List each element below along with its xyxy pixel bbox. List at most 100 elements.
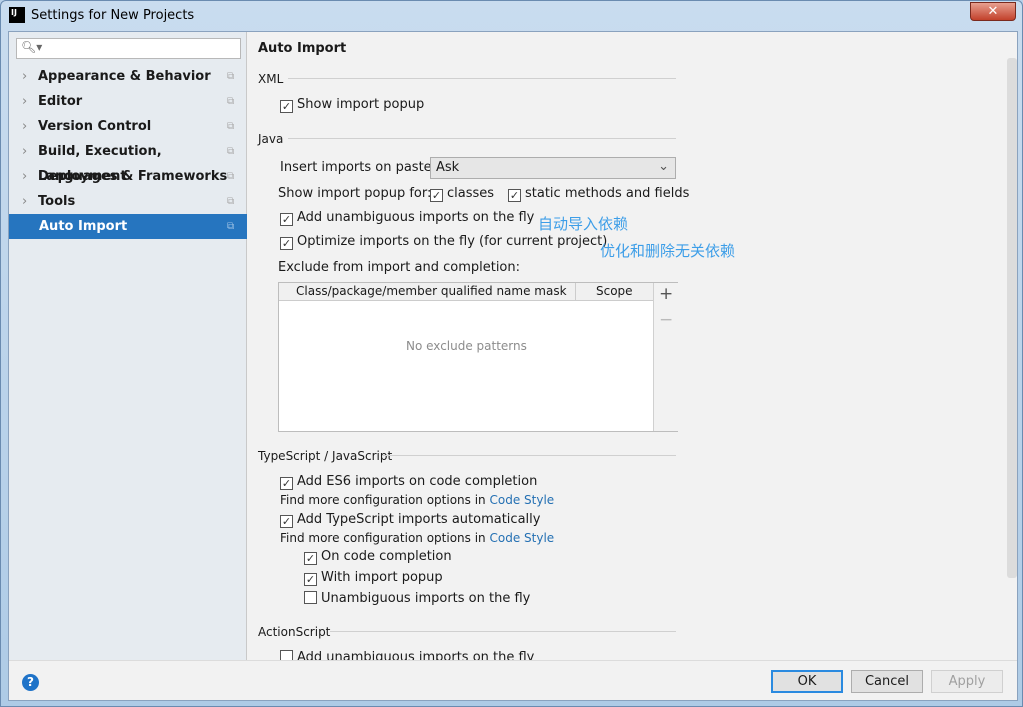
sidebar-item-label: Languages & Frameworks <box>38 169 228 184</box>
chevron-right-icon: › <box>22 94 28 109</box>
chevron-right-icon: › <box>22 119 28 134</box>
unambiguous-fly-checkbox[interactable]: Unambiguous imports on the fly <box>304 591 530 606</box>
close-button[interactable]: ✕ <box>970 2 1016 21</box>
add-unambiguous-checkbox[interactable]: ✓ Add unambiguous imports on the fly <box>280 210 534 226</box>
column-mask[interactable]: Class/package/member qualified name mask <box>296 284 567 298</box>
es6-imports-checkbox[interactable]: ✓ Add ES6 imports on code completion <box>280 474 537 490</box>
static-methods-checkbox[interactable]: ✓ static methods and fields <box>508 186 689 202</box>
insert-imports-select[interactable]: Ask ⌄ <box>430 157 676 179</box>
apply-button[interactable]: Apply <box>931 670 1003 693</box>
auto-import-panel: Auto Import XML ✓ Show import popup Java … <box>248 32 1019 660</box>
checkbox-checked-icon: ✓ <box>304 552 317 565</box>
sidebar-item-label: Version Control <box>38 119 152 134</box>
checkbox-label: Add unambiguous imports on the fly <box>297 210 535 225</box>
chevron-right-icon: › <box>22 69 28 84</box>
search-input[interactable]: 🔍︎▾ <box>16 38 241 59</box>
copy-icon: ⧉ <box>227 71 235 82</box>
settings-window: IJ Settings for New Projects ✕ 🔍︎▾ › Appe… <box>0 0 1023 707</box>
checkbox-label: Add unambiguous imports on the fly <box>297 650 535 660</box>
sidebar-item-languages[interactable]: › Languages & Frameworks ⧉ <box>9 164 247 189</box>
sidebar-item-label: Editor <box>38 94 83 109</box>
sidebar-item-build[interactable]: › Build, Execution, Deployment ⧉ <box>9 139 247 184</box>
table-header: Class/package/member qualified name mask… <box>279 283 653 301</box>
search-icon: 🔍︎▾ <box>21 40 43 54</box>
annotation-optimize: 优化和删除无关依赖 <box>600 242 736 260</box>
copy-icon: ⧉ <box>227 146 235 157</box>
checkbox-label: Optimize imports on the fly (for current… <box>297 234 608 249</box>
title-bar: IJ Settings for New Projects ✕ <box>1 1 1022 31</box>
page-title: Auto Import <box>258 41 347 56</box>
chevron-down-icon: ⌄ <box>658 159 669 174</box>
code-style-link-2[interactable]: Code Style <box>490 531 555 545</box>
with-import-popup-checkbox[interactable]: ✓ With import popup <box>304 570 443 586</box>
section-actionscript: ActionScript <box>258 625 331 639</box>
section-java: Java <box>258 132 284 146</box>
exclude-label: Exclude from import and completion: <box>278 260 520 275</box>
checkbox-label: Unambiguous imports on the fly <box>321 591 531 606</box>
checkbox-label: static methods and fields <box>525 186 690 201</box>
button-bar: ? OK Cancel Apply <box>9 660 1017 700</box>
checkbox-checked-icon: ✓ <box>304 573 317 586</box>
sidebar-item-auto-import[interactable]: Auto Import ⧉ <box>9 214 247 239</box>
copy-icon: ⧉ <box>227 221 235 232</box>
copy-icon: ⧉ <box>227 171 235 182</box>
annotation-auto-import: 自动导入依赖 <box>538 215 629 233</box>
empty-text: No exclude patterns <box>406 339 527 353</box>
exclude-table[interactable]: Class/package/member qualified name mask… <box>278 282 678 432</box>
checkbox-checked-icon: ✓ <box>280 237 293 250</box>
checkbox-unchecked-icon <box>280 650 293 660</box>
config-hint-2: Find more configuration options in Code … <box>280 531 554 545</box>
chevron-right-icon: › <box>22 194 28 209</box>
on-code-completion-checkbox[interactable]: ✓ On code completion <box>304 549 452 565</box>
copy-icon: ⧉ <box>227 121 235 132</box>
checkbox-label: With import popup <box>321 570 443 585</box>
dialog-body: 🔍︎▾ › Appearance & Behavior ⧉ › Editor ⧉ › Ve… <box>8 31 1018 701</box>
checkbox-label: Add TypeScript imports automatically <box>297 512 541 527</box>
insert-imports-label: Insert imports on paste: <box>280 160 437 175</box>
copy-icon: ⧉ <box>227 196 235 207</box>
classes-checkbox[interactable]: ✓ classes <box>430 186 494 202</box>
help-button[interactable]: ? <box>22 674 39 691</box>
checkbox-label: Add ES6 imports on code completion <box>297 474 538 489</box>
checkbox-checked-icon: ✓ <box>280 213 293 226</box>
checkbox-checked-icon: ✓ <box>508 189 521 202</box>
checkbox-checked-icon: ✓ <box>430 189 443 202</box>
copy-icon: ⧉ <box>227 96 235 107</box>
intellij-icon: IJ <box>9 7 25 23</box>
vertical-scrollbar[interactable] <box>1007 58 1017 578</box>
optimize-imports-checkbox[interactable]: ✓ Optimize imports on the fly (for curren… <box>280 234 607 250</box>
config-hint-1: Find more configuration options in Code … <box>280 493 554 507</box>
checkbox-checked-icon: ✓ <box>280 100 293 113</box>
window-title: Settings for New Projects <box>31 8 195 23</box>
sidebar-item-version-control[interactable]: › Version Control ⧉ <box>9 114 247 139</box>
checkbox-checked-icon: ✓ <box>280 515 293 528</box>
table-toolbar: + − <box>653 283 678 431</box>
sidebar: 🔍︎▾ › Appearance & Behavior ⧉ › Editor ⧉ › Ve… <box>9 32 247 660</box>
cancel-button[interactable]: Cancel <box>851 670 923 693</box>
sidebar-item-label: Appearance & Behavior <box>38 69 211 84</box>
add-icon[interactable]: + <box>659 284 673 304</box>
as-add-unambiguous-checkbox[interactable]: Add unambiguous imports on the fly <box>280 650 534 660</box>
xml-show-popup-checkbox[interactable]: ✓ Show import popup <box>280 97 424 113</box>
section-typescript: TypeScript / JavaScript <box>258 449 393 463</box>
sidebar-item-editor[interactable]: › Editor ⧉ <box>9 89 247 114</box>
checkbox-label: classes <box>447 186 495 201</box>
checkbox-label: Show import popup <box>297 97 425 112</box>
remove-icon[interactable]: − <box>659 310 673 330</box>
ok-button[interactable]: OK <box>771 670 843 693</box>
ts-auto-imports-checkbox[interactable]: ✓ Add TypeScript imports automatically <box>280 512 540 528</box>
checkbox-label: On code completion <box>321 549 452 564</box>
popup-for-label: Show import popup for: <box>278 186 432 201</box>
checkbox-unchecked-icon <box>304 591 317 604</box>
column-scope[interactable]: Scope <box>596 284 633 298</box>
sidebar-item-label: Auto Import <box>39 219 128 234</box>
hint-text: Find more configuration options in <box>280 531 486 545</box>
section-xml: XML <box>258 72 284 86</box>
chevron-right-icon: › <box>22 144 28 159</box>
select-value: Ask <box>436 160 460 175</box>
checkbox-checked-icon: ✓ <box>280 477 293 490</box>
sidebar-item-tools[interactable]: › Tools ⧉ <box>9 189 247 214</box>
code-style-link[interactable]: Code Style <box>490 493 555 507</box>
chevron-right-icon: › <box>22 169 28 184</box>
sidebar-item-appearance[interactable]: › Appearance & Behavior ⧉ <box>9 64 247 89</box>
